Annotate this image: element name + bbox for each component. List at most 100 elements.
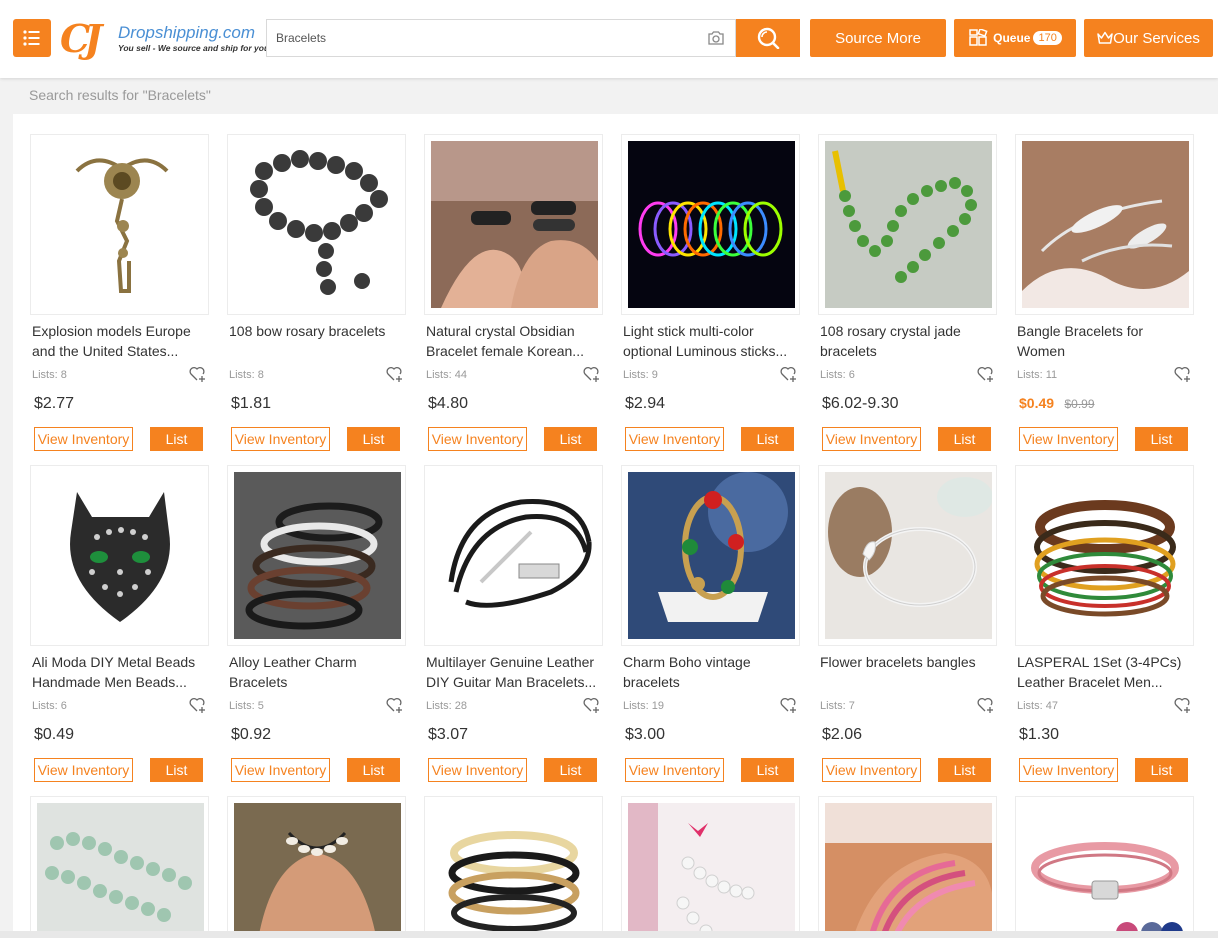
- product-price: $0.49: [1019, 395, 1055, 411]
- list-button[interactable]: List: [544, 427, 597, 451]
- product-title[interactable]: Bangle Bracelets for Women: [1015, 321, 1194, 361]
- product-image[interactable]: [227, 796, 406, 938]
- list-button[interactable]: List: [150, 758, 203, 782]
- view-inventory-button[interactable]: View Inventory: [625, 427, 724, 451]
- product-image[interactable]: [30, 465, 209, 646]
- product-title[interactable]: Flower bracelets bangles: [818, 652, 997, 692]
- product-card[interactable]: [621, 796, 800, 938]
- heart-plus-icon[interactable]: [977, 697, 995, 713]
- list-button[interactable]: List: [938, 427, 991, 451]
- list-button[interactable]: List: [347, 427, 400, 451]
- view-inventory-button[interactable]: View Inventory: [822, 427, 921, 451]
- product-image[interactable]: [818, 465, 997, 646]
- product-image[interactable]: [424, 134, 603, 315]
- product-thumbnail: [825, 803, 992, 938]
- product-title[interactable]: Ali Moda DIY Metal Beads Handmade Men Be…: [30, 652, 209, 692]
- product-title[interactable]: 108 rosary crystal jade bracelets: [818, 321, 997, 361]
- product-actions: View Inventory List: [30, 758, 209, 782]
- heart-plus-icon[interactable]: [1174, 697, 1192, 713]
- product-image[interactable]: [621, 796, 800, 938]
- product-title[interactable]: Natural crystal Obsidian Bracelet female…: [424, 321, 603, 361]
- heart-plus-icon[interactable]: [780, 366, 798, 382]
- view-inventory-button[interactable]: View Inventory: [34, 758, 133, 782]
- product-title[interactable]: LASPERAL 1Set (3-4PCs) Leather Bracelet …: [1015, 652, 1194, 692]
- heart-plus-icon[interactable]: [189, 697, 207, 713]
- product-image[interactable]: [818, 796, 997, 938]
- source-more-button[interactable]: Source More: [810, 19, 946, 57]
- list-button[interactable]: List: [938, 758, 991, 782]
- list-button[interactable]: List: [150, 427, 203, 451]
- list-button[interactable]: List: [347, 758, 400, 782]
- product-title[interactable]: Multilayer Genuine Leather DIY Guitar Ma…: [424, 652, 603, 692]
- view-inventory-button[interactable]: View Inventory: [428, 427, 527, 451]
- product-lists-count: Lists: 11: [1017, 369, 1058, 381]
- menu-button[interactable]: [13, 19, 51, 57]
- view-inventory-button[interactable]: View Inventory: [231, 758, 330, 782]
- heart-plus-icon[interactable]: [977, 366, 995, 382]
- list-button[interactable]: List: [544, 758, 597, 782]
- product-card[interactable]: Charm Boho vintage bracelets Lists: 19 $…: [621, 465, 800, 782]
- heart-plus-icon[interactable]: [386, 697, 404, 713]
- product-image[interactable]: [227, 134, 406, 315]
- product-card[interactable]: Explosion models Europe and the United S…: [30, 134, 209, 451]
- logo-slogan: You sell - We source and ship for you!: [118, 43, 272, 53]
- product-image[interactable]: [1015, 796, 1194, 938]
- product-image[interactable]: [424, 796, 603, 938]
- product-image[interactable]: [1015, 465, 1194, 646]
- product-actions: View Inventory List: [424, 758, 603, 782]
- product-card[interactable]: Light stick multi-color optional Luminou…: [621, 134, 800, 451]
- heart-plus-icon[interactable]: [780, 697, 798, 713]
- product-card[interactable]: Ali Moda DIY Metal Beads Handmade Men Be…: [30, 465, 209, 782]
- queue-button[interactable]: Queue 170: [954, 19, 1076, 57]
- product-image[interactable]: [227, 465, 406, 646]
- search-input[interactable]: [267, 20, 687, 56]
- product-image[interactable]: [30, 796, 209, 938]
- heart-plus-icon[interactable]: [1174, 366, 1192, 382]
- heart-plus-icon[interactable]: [583, 366, 601, 382]
- logo[interactable]: CJ Dropshipping.com You sell - We source…: [60, 16, 272, 62]
- product-card[interactable]: LASPERAL 1Set (3-4PCs) Leather Bracelet …: [1015, 465, 1194, 782]
- product-image[interactable]: [424, 465, 603, 646]
- view-inventory-button[interactable]: View Inventory: [231, 427, 330, 451]
- product-card[interactable]: [1015, 796, 1194, 938]
- product-card[interactable]: Natural crystal Obsidian Bracelet female…: [424, 134, 603, 451]
- list-button[interactable]: List: [741, 427, 794, 451]
- product-thumbnail: [825, 472, 992, 639]
- product-image[interactable]: [30, 134, 209, 315]
- product-title[interactable]: Alloy Leather Charm Bracelets: [227, 652, 406, 692]
- product-image[interactable]: [621, 134, 800, 315]
- product-card[interactable]: 108 rosary crystal jade bracelets Lists:…: [818, 134, 997, 451]
- product-title[interactable]: 108 bow rosary bracelets: [227, 321, 406, 361]
- view-inventory-button[interactable]: View Inventory: [1019, 427, 1118, 451]
- product-title[interactable]: Light stick multi-color optional Luminou…: [621, 321, 800, 361]
- horizontal-scrollbar[interactable]: [0, 931, 1218, 938]
- list-button[interactable]: List: [741, 758, 794, 782]
- camera-icon[interactable]: [707, 30, 725, 46]
- product-card[interactable]: [30, 796, 209, 938]
- product-card[interactable]: 108 bow rosary bracelets Lists: 8 $1.81 …: [227, 134, 406, 451]
- view-inventory-button[interactable]: View Inventory: [1019, 758, 1118, 782]
- list-button[interactable]: List: [1135, 758, 1188, 782]
- product-card[interactable]: Flower bracelets bangles Lists: 7 $2.06 …: [818, 465, 997, 782]
- view-inventory-button[interactable]: View Inventory: [34, 427, 133, 451]
- product-title[interactable]: Charm Boho vintage bracelets: [621, 652, 800, 692]
- product-image[interactable]: [1015, 134, 1194, 315]
- list-button[interactable]: List: [1135, 427, 1188, 451]
- view-inventory-button[interactable]: View Inventory: [428, 758, 527, 782]
- product-card[interactable]: Multilayer Genuine Leather DIY Guitar Ma…: [424, 465, 603, 782]
- product-image[interactable]: [818, 134, 997, 315]
- product-card[interactable]: [227, 796, 406, 938]
- product-card[interactable]: Bangle Bracelets for Women Lists: 11 $0.…: [1015, 134, 1194, 451]
- product-card[interactable]: [818, 796, 997, 938]
- view-inventory-button[interactable]: View Inventory: [625, 758, 724, 782]
- view-inventory-button[interactable]: View Inventory: [822, 758, 921, 782]
- product-title[interactable]: Explosion models Europe and the United S…: [30, 321, 209, 361]
- heart-plus-icon[interactable]: [386, 366, 404, 382]
- product-card[interactable]: Alloy Leather Charm Bracelets Lists: 5 $…: [227, 465, 406, 782]
- our-services-button[interactable]: Our Services: [1084, 19, 1213, 57]
- search-button[interactable]: [736, 19, 800, 57]
- product-card[interactable]: [424, 796, 603, 938]
- product-image[interactable]: [621, 465, 800, 646]
- heart-plus-icon[interactable]: [583, 697, 601, 713]
- heart-plus-icon[interactable]: [189, 366, 207, 382]
